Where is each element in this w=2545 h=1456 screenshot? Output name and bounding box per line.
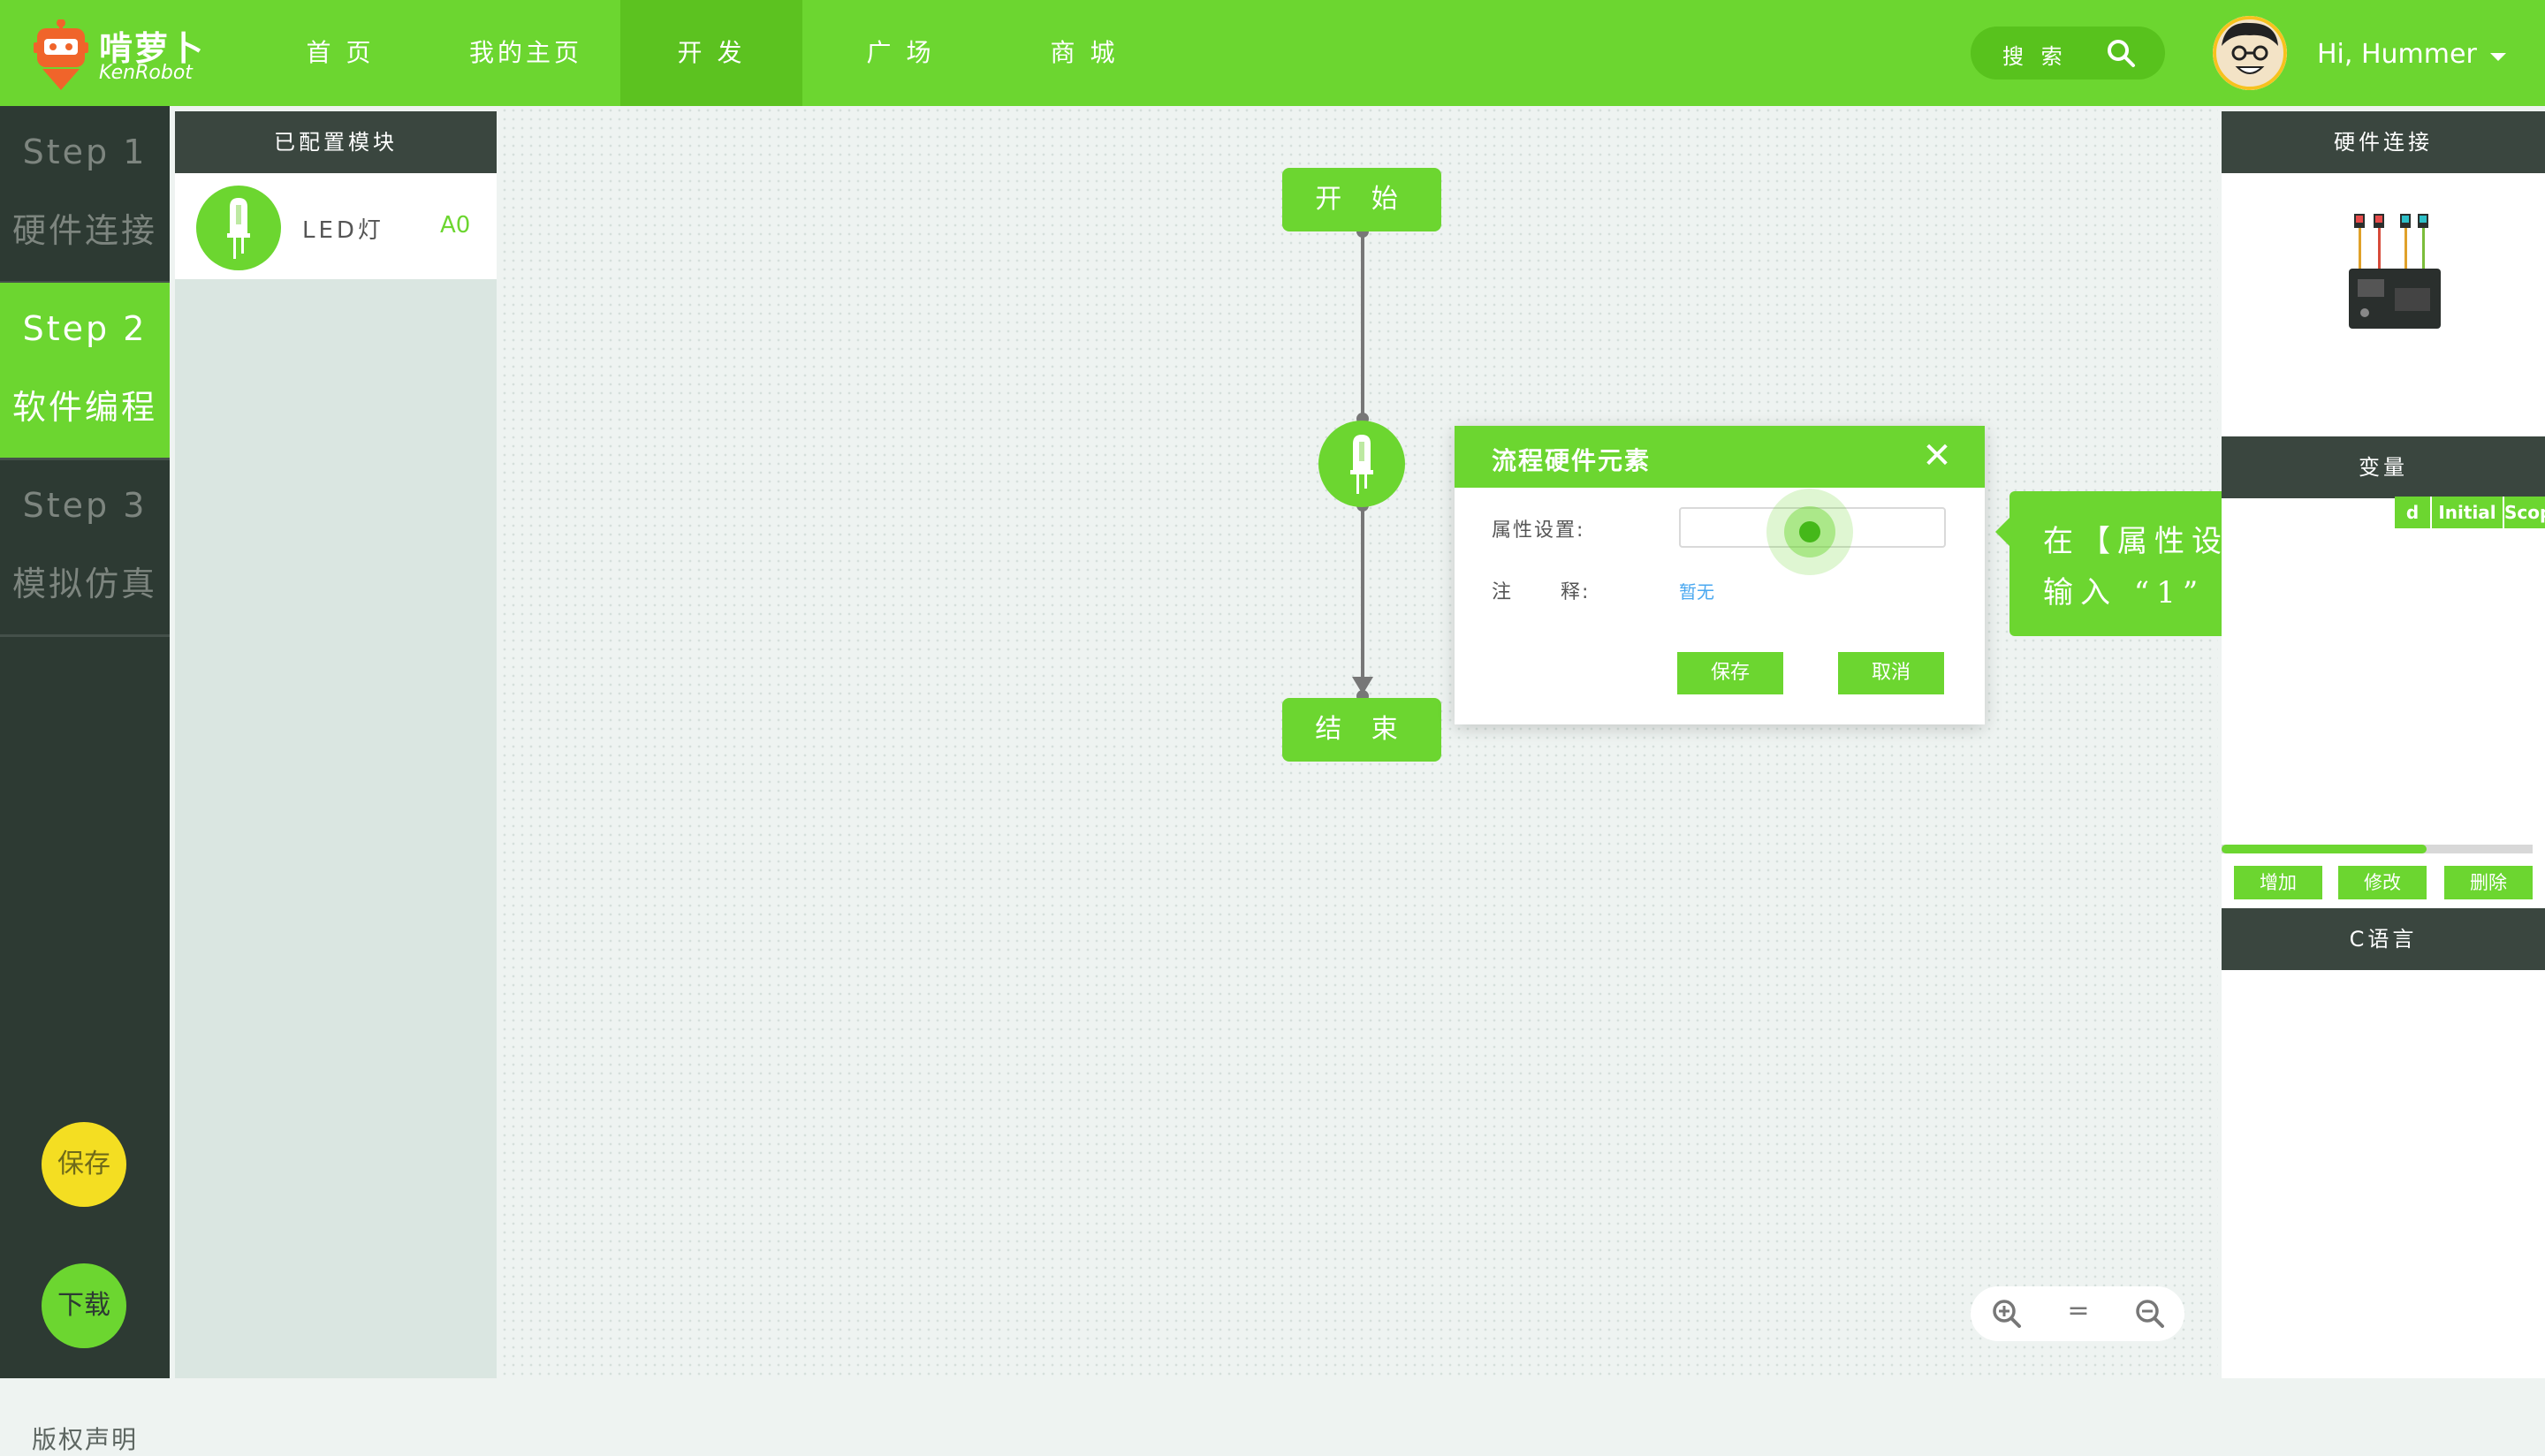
- configured-modules-panel: 已配置模块 LED灯 A0: [175, 111, 497, 1378]
- hardware-board-thumbnail[interactable]: [2345, 214, 2444, 332]
- nav-develop[interactable]: 开 发: [620, 0, 802, 106]
- panel-title: 已配置模块: [175, 111, 497, 173]
- flow-connector: [1361, 507, 1364, 680]
- nav-store[interactable]: 商 城: [1009, 0, 1159, 106]
- dialog-save-button[interactable]: 保存: [1677, 652, 1783, 694]
- zoom-in-icon[interactable]: [1990, 1297, 2024, 1331]
- led-icon: [1350, 435, 1373, 494]
- property-label: 属性设置:: [1492, 519, 1585, 542]
- download-button[interactable]: 下载: [42, 1263, 126, 1348]
- user-greeting[interactable]: Hi, Hummer: [2317, 39, 2477, 70]
- flow-led-node[interactable]: [1318, 421, 1405, 507]
- dialog-cancel-button[interactable]: 取消: [1838, 652, 1944, 694]
- avatar-face-icon: [2213, 16, 2287, 90]
- variable-column-header[interactable]: Scop: [2504, 497, 2545, 528]
- add-variable-button[interactable]: 增加: [2234, 866, 2322, 899]
- comment-value[interactable]: 暂无: [1679, 578, 1714, 603]
- step-label: 硬件连接: [11, 211, 157, 250]
- search-icon[interactable]: [2105, 37, 2137, 69]
- kenrobot-logo[interactable]: 啃萝卜 KenRobot: [34, 16, 210, 92]
- step-hardware[interactable]: Step 1 硬件连接: [0, 106, 170, 284]
- arrow-down-icon: [1352, 677, 1373, 694]
- led-module-icon: [196, 186, 281, 270]
- chevron-down-icon[interactable]: [2490, 53, 2506, 61]
- top-navbar: 啃萝卜 KenRobot 首 页 我的主页 开 发 广 场 商 城 搜 索 Hi…: [0, 0, 2545, 106]
- module-item[interactable]: LED灯 A0: [175, 173, 497, 279]
- step-software[interactable]: Step 2 软件编程: [0, 283, 170, 460]
- search-box[interactable]: 搜 索: [1971, 27, 2165, 80]
- right-panel: 硬件连接 变量 d Initial Scop 增加 修改 删除 C语言: [2222, 111, 2545, 1378]
- step-number: Step 3: [22, 486, 148, 525]
- save-button[interactable]: 保存: [42, 1122, 126, 1207]
- close-icon[interactable]: ✕: [1918, 436, 1956, 475]
- brand-name-en: KenRobot: [99, 62, 193, 84]
- search-label: 搜 索: [2002, 44, 2068, 69]
- module-name: LED灯: [302, 217, 384, 244]
- step-label: 模拟仿真: [11, 565, 157, 603]
- copyright-link[interactable]: 版权声明: [0, 1421, 170, 1456]
- edit-variable-button[interactable]: 修改: [2338, 866, 2427, 899]
- module-port: A0: [440, 212, 471, 239]
- step-number: Step 2: [22, 309, 148, 348]
- c-language-title: C语言: [2222, 908, 2545, 970]
- variables-table-header: d Initial Scop: [2222, 497, 2545, 528]
- step-sidebar: Step 1 硬件连接 Step 2 软件编程 Step 3 模拟仿真 保存 下…: [0, 106, 170, 1454]
- variables-scrollbar[interactable]: [2222, 845, 2533, 853]
- nav-my-home[interactable]: 我的主页: [451, 0, 601, 106]
- nav-square[interactable]: 广 场: [825, 0, 976, 106]
- variable-column-header[interactable]: d: [2395, 497, 2432, 528]
- dialog-header: 流程硬件元素 ✕: [1455, 426, 1985, 488]
- step-label: 软件编程: [11, 388, 157, 427]
- scrollbar-thumb[interactable]: [2222, 845, 2427, 853]
- robot-logo-icon: [34, 19, 88, 90]
- user-avatar[interactable]: [2213, 16, 2287, 90]
- zoom-controls: =: [1971, 1286, 2184, 1341]
- variables-title: 变量: [2222, 436, 2545, 498]
- flow-end-node[interactable]: 结 束: [1282, 698, 1441, 762]
- step-simulation[interactable]: Step 3 模拟仿真: [0, 459, 170, 637]
- click-indicator-dot: [1799, 521, 1820, 542]
- comment-label: 注 释:: [1492, 581, 1591, 603]
- hardware-connection-title: 硬件连接: [2222, 111, 2545, 173]
- variable-column-header[interactable]: Initial: [2432, 497, 2504, 528]
- dialog-title: 流程硬件元素: [1492, 446, 1652, 475]
- zoom-reset-button[interactable]: =: [2063, 1295, 2094, 1326]
- nav-home[interactable]: 首 页: [265, 0, 415, 106]
- flow-start-node[interactable]: 开 始: [1282, 168, 1441, 231]
- step-number: Step 1: [22, 133, 148, 171]
- flow-hardware-dialog: 流程硬件元素 ✕ 属性设置: 注 释: 暂无 保存 取消: [1455, 426, 1985, 724]
- flow-connector: [1361, 231, 1364, 417]
- led-icon: [227, 198, 250, 259]
- zoom-out-icon[interactable]: [2133, 1297, 2167, 1331]
- delete-variable-button[interactable]: 删除: [2444, 866, 2533, 899]
